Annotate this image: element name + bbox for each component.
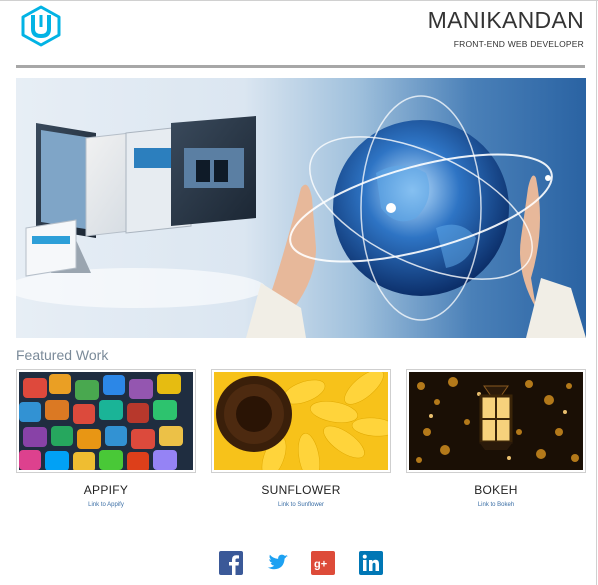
card-title-appify: APPIFY [83, 483, 129, 497]
hero-banner [16, 78, 586, 338]
twitter-icon[interactable] [265, 551, 289, 575]
card-title-sunflower: SUNFLOWER [261, 483, 341, 497]
featured-card-bokeh[interactable] [406, 369, 586, 473]
featured-card-appify[interactable] [16, 369, 196, 473]
sunflower-thumbnail[interactable] [214, 372, 388, 470]
card-title-bokeh: BOKEH [474, 483, 518, 497]
featured-card-sunflower[interactable] [211, 369, 391, 473]
linkedin-icon[interactable] [359, 551, 383, 575]
lantern-bokeh-thumbnail[interactable] [409, 372, 583, 470]
facebook-icon[interactable] [219, 551, 243, 575]
card-link-bokeh[interactable]: Link to Bokeh [406, 502, 586, 508]
svg-text:g+: g+ [314, 559, 327, 571]
site-owner-name: MANIKANDAN [427, 7, 584, 33]
header-divider [16, 65, 585, 68]
web-devices-globe-banner-icon [16, 95, 586, 338]
top-border [0, 0, 598, 1]
featured-work-heading: Featured Work [16, 347, 109, 363]
google-plus-icon[interactable]: g+ [311, 551, 335, 575]
right-border [596, 0, 597, 585]
card-link-sunflower[interactable]: Link to Sunflower [211, 502, 391, 508]
app-icons-thumbnail[interactable] [19, 372, 193, 470]
card-link-appify[interactable]: Link to Appify [16, 502, 196, 508]
site-owner-role: FRONT-END WEB DEVELOPER [453, 39, 584, 49]
udacity-logo-icon[interactable] [19, 5, 63, 47]
